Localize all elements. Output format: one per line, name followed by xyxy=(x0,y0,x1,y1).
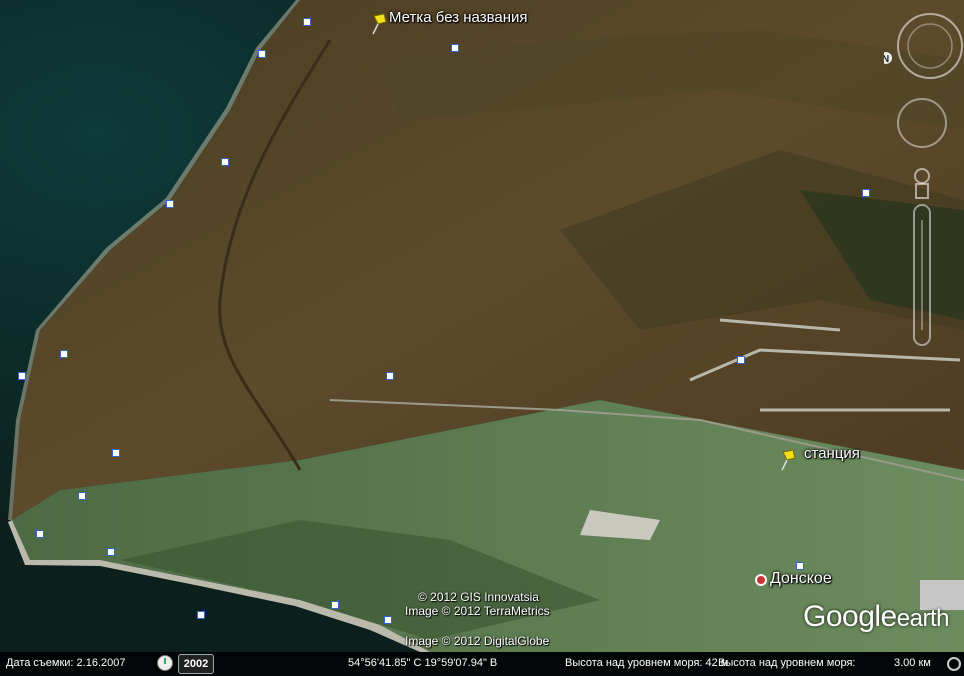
place-label[interactable]: Донское xyxy=(770,570,832,588)
google-earth-logo: Googleearth xyxy=(803,600,949,634)
look-joystick-icon xyxy=(897,98,947,148)
navigation-controls[interactable]: N xyxy=(884,10,964,350)
north-letter: N xyxy=(884,54,889,65)
poi-marker-icon[interactable] xyxy=(862,189,870,197)
logo-main: Google xyxy=(803,600,897,633)
credit-digitalglobe: Image © 2012 DigitalGlobe xyxy=(405,634,550,648)
streaming-indicator-icon xyxy=(947,657,961,671)
poi-marker-icon[interactable] xyxy=(78,492,86,500)
status-bar: Дата съемки: 2.16.2007 2002 54°56'41.85"… xyxy=(0,652,964,676)
historical-year-badge[interactable]: 2002 xyxy=(178,654,214,674)
credit-gis: © 2012 GIS Innovatsia xyxy=(418,590,539,604)
yellow-pushpin-icon[interactable] xyxy=(779,448,801,472)
poi-marker-icon[interactable] xyxy=(197,611,205,619)
imagery-date: Дата съемки: 2.16.2007 xyxy=(6,657,126,669)
poi-marker-icon[interactable] xyxy=(18,372,26,380)
coordinates-readout: 54°56'41.85" С 19°59'07.94" В xyxy=(348,657,498,669)
credit-terrametrics: Image © 2012 TerraMetrics xyxy=(405,604,550,618)
placemark-label[interactable]: станция xyxy=(804,445,860,462)
elevation-readout: Высота над уровнем моря: 42 м xyxy=(565,657,729,669)
poi-marker-icon[interactable] xyxy=(107,548,115,556)
historical-imagery-clock-icon[interactable] xyxy=(157,655,173,671)
poi-marker-icon[interactable] xyxy=(258,50,266,58)
poi-marker-icon[interactable] xyxy=(796,562,804,570)
poi-marker-icon[interactable] xyxy=(384,616,392,624)
poi-marker-icon[interactable] xyxy=(451,44,459,52)
placemark-label[interactable]: Метка без названия xyxy=(389,9,528,26)
poi-marker-icon[interactable] xyxy=(221,158,229,166)
poi-marker-icon[interactable] xyxy=(303,18,311,26)
eye-altitude-readout: Высота над уровнем моря: xyxy=(718,657,856,669)
compass-ring-icon xyxy=(897,13,963,79)
poi-marker-icon[interactable] xyxy=(166,200,174,208)
poi-marker-icon[interactable] xyxy=(386,372,394,380)
logo-suffix: earth xyxy=(896,605,950,632)
pegman-icon xyxy=(914,168,930,199)
scale-readout: 3.00 км xyxy=(894,657,931,669)
poi-marker-icon[interactable] xyxy=(331,601,339,609)
town-dot-icon[interactable] xyxy=(755,574,767,586)
poi-marker-icon[interactable] xyxy=(60,350,68,358)
zoom-slider-icon xyxy=(913,204,931,346)
poi-marker-icon[interactable] xyxy=(112,449,120,457)
poi-marker-icon[interactable] xyxy=(737,356,745,364)
poi-marker-icon[interactable] xyxy=(36,530,44,538)
